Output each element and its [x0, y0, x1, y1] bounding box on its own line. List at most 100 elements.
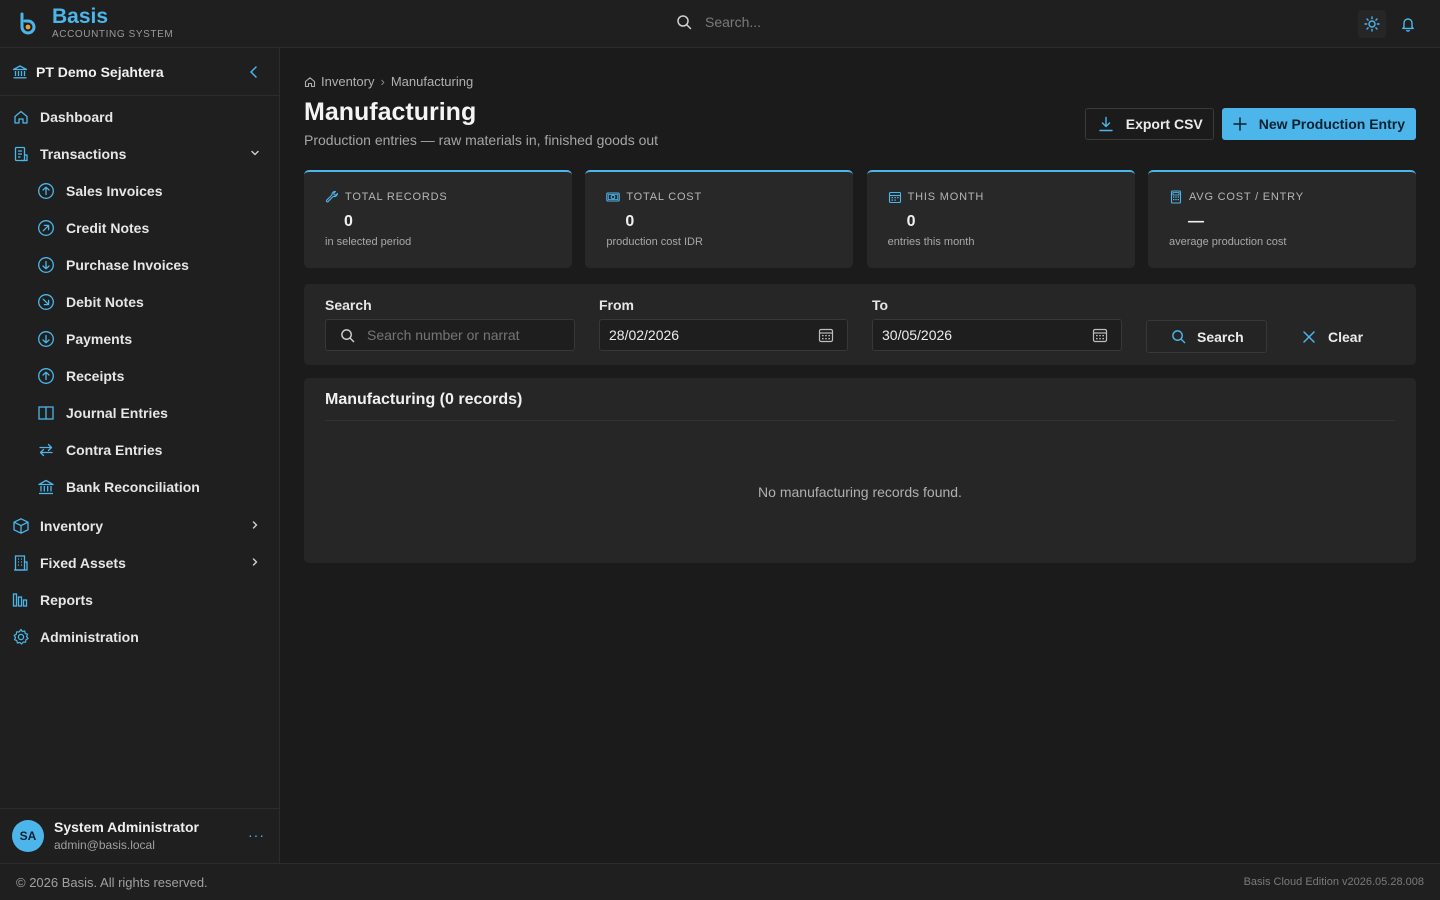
breadcrumb-inventory[interactable]: Inventory	[321, 74, 374, 89]
box-icon	[12, 517, 30, 535]
search-icon	[340, 328, 355, 343]
close-icon	[1302, 330, 1316, 344]
sidebar-item-dashboard[interactable]: Dashboard	[0, 98, 279, 135]
breadcrumb-separator: ›	[380, 74, 385, 89]
calendar-icon	[888, 190, 902, 204]
arrow-up-right-circle-icon	[37, 219, 55, 237]
search-button[interactable]: Search	[1146, 320, 1267, 353]
bell-icon	[1400, 16, 1416, 32]
stat-footnote: production cost IDR	[606, 236, 703, 248]
home-icon	[12, 108, 30, 126]
collapse-sidebar-button[interactable]	[247, 65, 261, 79]
stat-label: THIS MONTH	[907, 191, 985, 203]
sidebar-item-reports[interactable]: Reports	[0, 581, 279, 618]
user-menu-button[interactable]: ···	[248, 827, 265, 843]
sidebar-item-label: Debit Notes	[66, 293, 144, 310]
global-search-input[interactable]: Search...	[705, 14, 761, 30]
sidebar-item-sales-invoices[interactable]: Sales Invoices	[0, 172, 279, 209]
search-icon	[1171, 329, 1186, 344]
sidebar-item-label: Sales Invoices	[66, 182, 163, 199]
clear-button[interactable]: Clear	[1302, 320, 1363, 353]
user-email: admin@basis.local	[54, 838, 155, 852]
sidebar-item-label: Journal Entries	[66, 404, 168, 421]
theme-toggle-button[interactable]	[1358, 10, 1386, 38]
calculator-icon	[1169, 190, 1183, 204]
sidebar-item-label: Reports	[40, 591, 93, 608]
brand-subtitle: ACCOUNTING SYSTEM	[52, 29, 174, 40]
stat-card-this-month: THIS MONTH 0 entries this month	[866, 170, 1135, 268]
building-icon	[12, 554, 30, 572]
stat-label: AVG COST / ENTRY	[1188, 191, 1304, 203]
sidebar-item-contra-entries[interactable]: Contra Entries	[0, 431, 279, 468]
stat-footnote: entries this month	[887, 236, 975, 248]
sidebar-item-label: Bank Reconciliation	[66, 478, 200, 495]
to-date-label: To	[872, 297, 889, 313]
empty-state-message: No manufacturing records found.	[758, 484, 962, 500]
arrow-down-right-circle-icon	[37, 293, 55, 311]
sun-icon	[1364, 16, 1380, 32]
brand[interactable]: Basis ACCOUNTING SYSTEM	[16, 5, 174, 41]
stat-label: TOTAL RECORDS	[345, 191, 448, 203]
sidebar-item-bank-reconciliation[interactable]: Bank Reconciliation	[0, 468, 279, 505]
book-icon	[37, 404, 55, 422]
records-title: Manufacturing (0 records)	[325, 391, 523, 408]
sidebar-item-label: Receipts	[66, 367, 125, 384]
export-csv-button[interactable]: Export CSV	[1084, 108, 1214, 140]
sidebar-item-label: Fixed Assets	[40, 554, 126, 571]
stat-label: TOTAL COST	[626, 191, 702, 203]
stat-card-avg-cost: AVG COST / ENTRY — average production co…	[1147, 170, 1416, 268]
arrow-up-circle-icon	[37, 182, 55, 200]
sidebar-item-debit-notes[interactable]: Debit Notes	[0, 283, 279, 320]
new-production-entry-button[interactable]: New Production Entry	[1221, 108, 1416, 140]
download-icon	[1098, 116, 1114, 132]
swap-icon	[37, 441, 55, 459]
sidebar-item-journal-entries[interactable]: Journal Entries	[0, 394, 279, 431]
stat-card-total-cost: TOTAL COST 0 production cost IDR	[585, 170, 854, 268]
to-date-value: 30/05/2026	[882, 327, 953, 343]
sidebar-item-fixed-assets[interactable]: Fixed Assets	[0, 544, 279, 581]
arrow-down-circle-icon	[37, 256, 55, 274]
search-input[interactable]: Search number or narrat	[325, 319, 575, 351]
calendar-icon[interactable]	[1092, 327, 1108, 343]
clear-button-label: Clear	[1328, 328, 1364, 345]
page-title: Manufacturing	[304, 98, 477, 126]
chevron-down-icon	[249, 147, 261, 159]
calendar-icon[interactable]	[818, 327, 834, 343]
money-icon	[606, 190, 621, 204]
sidebar-item-credit-notes[interactable]: Credit Notes	[0, 209, 279, 246]
sidebar-item-inventory[interactable]: Inventory	[0, 507, 279, 544]
breadcrumb: Inventory › Manufacturing	[304, 74, 473, 89]
brand-name: Basis	[52, 5, 109, 28]
sidebar-item-label: Inventory	[40, 517, 104, 534]
company-name: PT Demo Sejahtera	[36, 63, 164, 80]
global-search[interactable]: Search...	[676, 14, 761, 30]
search-icon	[676, 14, 692, 30]
home-icon[interactable]	[304, 76, 316, 88]
to-date-field[interactable]: 30/05/2026	[872, 319, 1122, 351]
records-divider	[325, 420, 1395, 421]
bar-chart-icon	[12, 591, 30, 609]
chevron-right-icon	[249, 519, 261, 531]
from-date-field[interactable]: 28/02/2026	[599, 319, 848, 351]
user-profile[interactable]: SA System Administrator admin@basis.loca…	[0, 808, 279, 863]
basis-logo-icon	[16, 12, 40, 36]
chevron-right-icon	[249, 556, 261, 568]
records-panel: Manufacturing (0 records) No manufacturi…	[304, 378, 1416, 563]
breadcrumb-current: Manufacturing	[390, 74, 474, 89]
notifications-button[interactable]	[1394, 10, 1422, 38]
company-switcher[interactable]: PT Demo Sejahtera	[0, 48, 279, 96]
stat-footnote: average production cost	[1168, 236, 1287, 248]
sidebar-item-label: Contra Entries	[66, 441, 163, 458]
sidebar-item-administration[interactable]: Administration	[0, 618, 279, 655]
sidebar-item-payments[interactable]: Payments	[0, 320, 279, 357]
sidebar-item-purchase-invoices[interactable]: Purchase Invoices	[0, 246, 279, 283]
sidebar-item-label: Administration	[40, 628, 139, 645]
top-bar: Basis ACCOUNTING SYSTEM Search...	[0, 0, 1440, 48]
stat-value: 0	[344, 213, 353, 230]
sidebar-item-receipts[interactable]: Receipts	[0, 357, 279, 394]
sidebar-item-transactions[interactable]: Transactions	[0, 135, 279, 172]
new-production-entry-label: New Production Entry	[1258, 116, 1405, 132]
avatar: SA	[12, 820, 44, 852]
filter-panel: Search Search number or narrat From 28/0…	[304, 284, 1416, 365]
from-date-value: 28/02/2026	[609, 327, 680, 343]
